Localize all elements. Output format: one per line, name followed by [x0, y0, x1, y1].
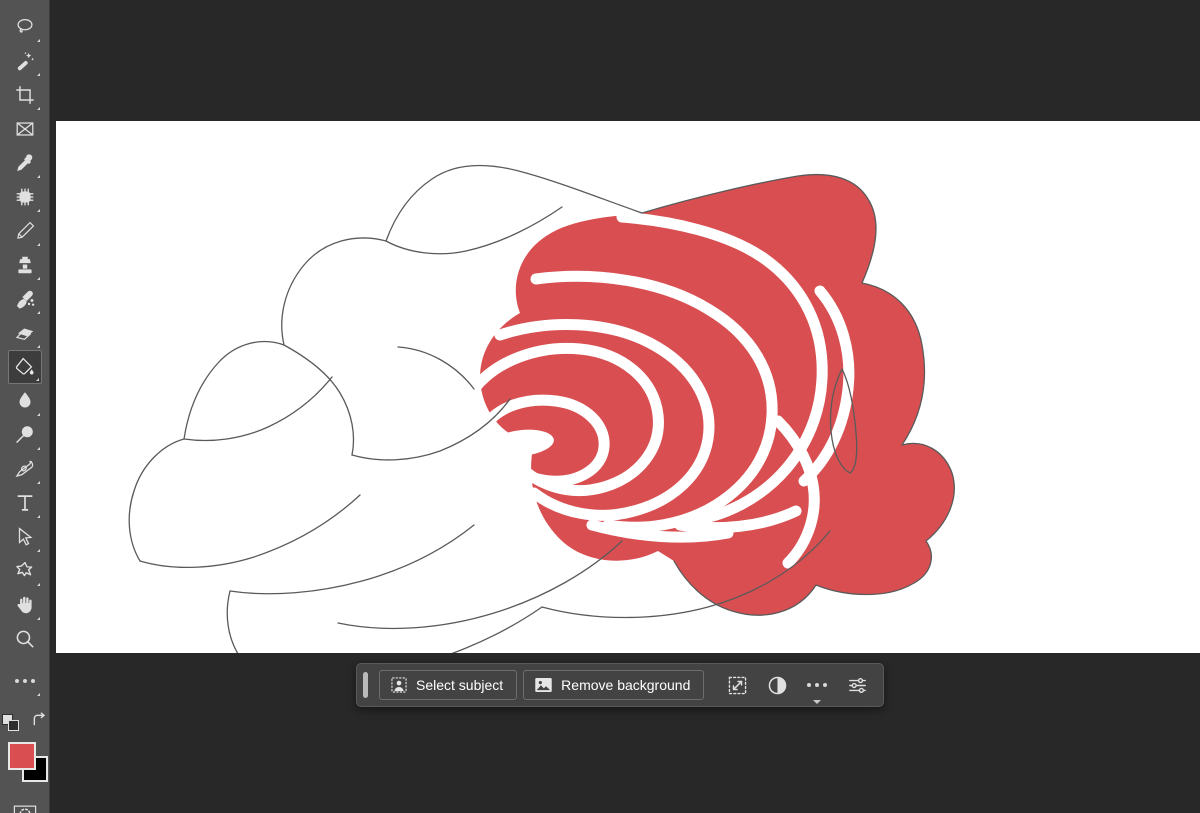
tool-flyout-indicator [36, 413, 40, 416]
transform-selection-icon [727, 675, 748, 696]
tool-eraser[interactable] [8, 316, 42, 350]
photo-editor-window: Select subject Remove background [0, 0, 1200, 813]
tool-zoom[interactable] [8, 622, 42, 656]
transform-selection-button[interactable] [720, 670, 754, 700]
remove-background-icon [534, 676, 553, 694]
tool-clone-stamp[interactable] [8, 248, 42, 282]
tool-flyout-indicator [36, 73, 40, 76]
tool-flyout-indicator [36, 107, 40, 110]
tool-flyout-indicator [36, 311, 40, 314]
tool-flyout-indicator [36, 693, 40, 696]
tool-magic-wand[interactable] [8, 44, 42, 78]
foreground-color-swatch[interactable] [7, 742, 36, 770]
taskbar-properties-button[interactable] [840, 670, 874, 700]
tool-flyout-indicator [36, 481, 40, 484]
color-swatches [6, 741, 48, 783]
tool-history-brush[interactable] [8, 282, 42, 316]
color-controls-row [0, 712, 49, 733]
rose-artwork [128, 164, 955, 653]
chevron-down-icon [813, 700, 822, 704]
tool-flyout-indicator [36, 617, 40, 620]
tool-flyout-indicator [36, 175, 40, 178]
tool-type[interactable] [8, 486, 42, 520]
tool-blur[interactable] [8, 384, 42, 418]
tool-pen[interactable] [8, 452, 42, 486]
swap-colors-icon[interactable] [31, 712, 47, 733]
select-subject-icon [390, 676, 408, 694]
select-subject-label: Select subject [416, 677, 504, 693]
tool-flyout-indicator [36, 447, 40, 450]
tool-crop[interactable] [8, 78, 42, 112]
tool-dodge[interactable] [8, 418, 42, 452]
tool-quick-mask[interactable] [8, 797, 42, 813]
select-subject-button[interactable]: Select subject [379, 670, 518, 700]
ellipsis-icon [14, 679, 35, 683]
tool-flyout-indicator [36, 549, 40, 552]
ellipsis-icon [807, 683, 828, 687]
document-canvas[interactable] [56, 121, 1200, 653]
tool-lasso[interactable] [8, 10, 42, 44]
tool-paint-bucket[interactable] [7, 350, 42, 384]
remove-background-label: Remove background [561, 677, 691, 693]
tool-hand[interactable] [8, 588, 42, 622]
tool-flyout-indicator [36, 209, 40, 212]
contextual-taskbar[interactable]: Select subject Remove background [356, 663, 885, 707]
adjustment-layer-button[interactable] [760, 670, 794, 700]
tool-flyout-indicator [35, 378, 39, 381]
tool-custom-shape[interactable] [8, 554, 42, 588]
tool-spot-healing-brush[interactable] [8, 180, 42, 214]
tools-panel [0, 0, 50, 813]
tool-flyout-indicator [36, 39, 40, 42]
tool-path-selection[interactable] [8, 520, 42, 554]
tool-brush[interactable] [8, 214, 42, 248]
tool-frame[interactable] [8, 112, 42, 146]
sliders-icon [847, 675, 868, 696]
remove-background-button[interactable]: Remove background [523, 670, 705, 700]
tool-flyout-indicator [36, 515, 40, 518]
tool-eyedropper[interactable] [8, 146, 42, 180]
tool-flyout-indicator [36, 243, 40, 246]
tool-flyout-indicator [36, 345, 40, 348]
tool-edit-toolbar[interactable] [8, 664, 42, 698]
default-colors-icon[interactable] [2, 714, 19, 731]
more-options-button[interactable] [800, 670, 834, 704]
tool-flyout-indicator [36, 583, 40, 586]
taskbar-drag-handle[interactable] [363, 672, 368, 698]
tool-flyout-indicator [36, 277, 40, 280]
half-circle-icon [767, 675, 788, 696]
